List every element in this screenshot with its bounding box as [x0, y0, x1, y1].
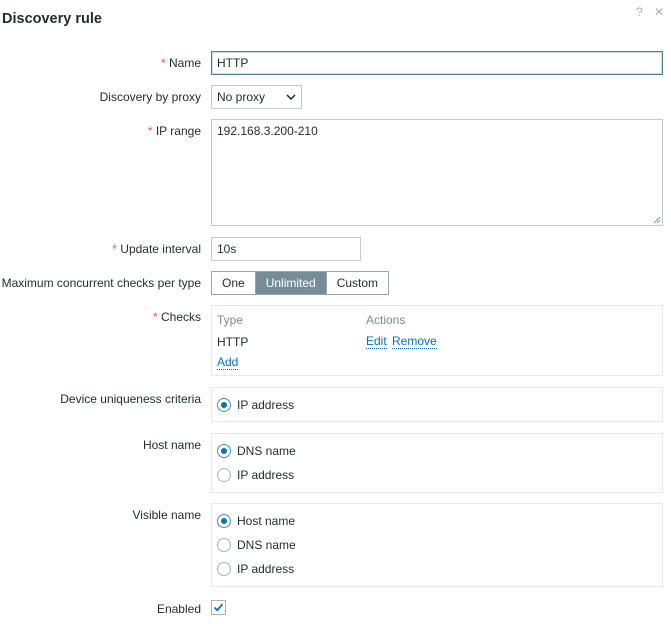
uniqueness-label: Device uniqueness criteria — [60, 392, 201, 406]
radio-selected-icon — [217, 444, 231, 458]
concurrent-option-unlimited[interactable]: Unlimited — [255, 272, 327, 294]
enabled-label: Enabled — [156, 602, 201, 616]
enabled-checkbox[interactable] — [211, 600, 226, 615]
radio-selected-icon — [217, 514, 231, 528]
resize-handle-icon[interactable] — [653, 216, 661, 224]
uniqueness-radio-group: IP address — [211, 387, 663, 422]
check-edit-link[interactable]: Edit — [366, 335, 387, 349]
check-remove-link[interactable]: Remove — [392, 335, 437, 349]
radio-unselected-icon — [217, 538, 231, 552]
ip-range-value: 192.168.3.200-210 — [217, 124, 318, 138]
checkmark-icon — [213, 603, 224, 612]
visible-name-radio-group: Host name DNS name IP address — [211, 503, 663, 587]
close-icon[interactable]: ✕ — [654, 5, 664, 19]
visible-name-option-host[interactable]: Host name — [217, 514, 295, 528]
update-interval-input[interactable]: 10s — [211, 237, 361, 261]
help-icon[interactable]: ? — [636, 5, 643, 19]
concurrent-option-custom[interactable]: Custom — [327, 272, 388, 294]
required-marker: * — [160, 56, 169, 70]
concurrent-checks-segmented: One Unlimited Custom — [211, 271, 390, 295]
checks-label: * Checks — [152, 310, 201, 324]
visible-name-label: Visible name — [132, 508, 201, 522]
checks-col-actions: Actions — [366, 313, 406, 327]
required-marker: * — [147, 124, 156, 138]
host-name-radio-group: DNS name IP address — [211, 433, 663, 493]
host-name-option-ip[interactable]: IP address — [217, 468, 294, 482]
check-row-type: HTTP — [217, 335, 249, 349]
name-label: * Name — [160, 56, 201, 70]
dialog-title: Discovery rule — [2, 11, 102, 27]
radio-selected-icon — [217, 398, 231, 412]
radio-unselected-icon — [217, 562, 231, 576]
visible-name-option-dns[interactable]: DNS name — [217, 538, 296, 552]
ip-range-label: * IP range — [147, 124, 201, 138]
checks-col-type: Type — [217, 313, 244, 327]
required-marker: * — [152, 310, 161, 324]
name-input[interactable]: HTTP — [211, 51, 663, 75]
proxy-label: Discovery by proxy — [99, 90, 201, 104]
ip-range-textarea[interactable]: 192.168.3.200-210 — [211, 119, 663, 226]
checks-table: Type Actions HTTP Edit Remove Add — [211, 305, 663, 376]
uniqueness-option-ip[interactable]: IP address — [217, 398, 294, 412]
host-name-label: Host name — [142, 438, 201, 452]
visible-name-option-ip[interactable]: IP address — [217, 562, 294, 576]
radio-unselected-icon — [217, 468, 231, 482]
check-add-link[interactable]: Add — [217, 356, 239, 370]
proxy-select[interactable]: No proxy — [211, 85, 302, 109]
proxy-select-value: No proxy — [217, 90, 266, 104]
concurrent-checks-label: Maximum concurrent checks per type — [1, 276, 201, 290]
concurrent-option-one[interactable]: One — [212, 272, 256, 294]
chevron-down-icon — [286, 94, 296, 100]
host-name-option-dns[interactable]: DNS name — [217, 444, 296, 458]
update-interval-label: * Update interval — [112, 242, 201, 256]
